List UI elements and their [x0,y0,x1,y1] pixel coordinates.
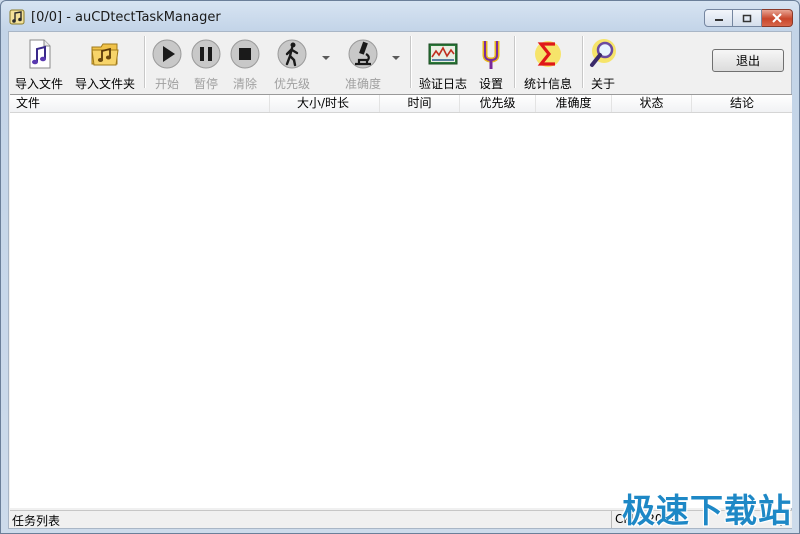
statistics-button[interactable]: 统计信息 [519,36,577,91]
priority-dropdown-arrow[interactable] [322,56,330,60]
accuracy-dropdown-arrow[interactable] [392,56,400,60]
column-header-priority[interactable]: 优先级 [460,95,536,112]
clear-label: 清除 [232,77,257,91]
watermark: 极速下载站 [622,491,792,530]
import-folder-label: 导入文件夹 [74,77,135,91]
exit-button[interactable]: 退出 [712,49,784,72]
about-label: 关于 [590,77,615,91]
settings-button[interactable]: 设置 [475,36,507,91]
status-task-list: 任务列表 [12,514,61,528]
maximize-button[interactable] [733,9,762,27]
priority-button[interactable]: 优先级 [271,36,313,91]
music-note-file-icon [29,39,51,69]
accuracy-button[interactable]: 准确度 [341,36,385,91]
title-bar[interactable]: [0/0] - auCDtectTaskManager [1,1,799,35]
accuracy-label: 准确度 [344,77,381,91]
minimize-icon [714,19,723,21]
pause-icon [191,39,221,69]
clear-button[interactable]: 清除 [227,36,263,91]
settings-label: 设置 [478,77,503,91]
close-button[interactable] [762,9,793,27]
close-icon [772,13,782,23]
start-button[interactable]: 开始 [149,36,185,91]
app-window: [0/0] - auCDtectTaskManager 导入文件 导入文件夹 开… [0,0,800,534]
column-header-file[interactable]: 文件 [10,95,270,112]
window-controls [704,9,793,27]
toolbar: 导入文件 导入文件夹 开始 暂停 清除 优先级 准确度 验证日志 设置 统计信息… [9,32,791,92]
import-file-button[interactable]: 导入文件 [11,36,67,91]
import-file-label: 导入文件 [14,77,63,91]
toolbar-separator [144,36,146,88]
statistics-label: 统计信息 [523,77,572,91]
play-icon [152,39,182,69]
verify-log-label: 验证日志 [418,77,467,91]
log-chart-icon [428,43,458,65]
about-button[interactable]: 关于 [586,36,620,91]
toolbar-separator [582,36,584,88]
priority-label: 优先级 [273,77,310,91]
column-header-size-duration[interactable]: 大小/时长 [270,95,380,112]
client-area: 导入文件 导入文件夹 开始 暂停 清除 优先级 准确度 验证日志 设置 统计信息… [8,31,792,529]
sigma-icon [535,41,561,67]
maximize-icon [742,14,752,22]
minimize-button[interactable] [704,9,733,27]
column-header-conclusion[interactable]: 结论 [692,95,792,112]
window-title: [0/0] - auCDtectTaskManager [31,10,221,25]
microscope-icon [348,39,378,69]
walking-person-icon [277,39,307,69]
toolbar-separator [514,36,516,88]
app-music-icon [9,9,25,25]
list-header: 文件 大小/时长 时间 优先级 准确度 状态 结论 [10,95,792,113]
toolbar-separator [410,36,412,88]
verify-log-button[interactable]: 验证日志 [415,36,471,91]
stop-icon [230,39,260,69]
column-header-status[interactable]: 状态 [612,95,692,112]
tuning-fork-icon [482,41,500,69]
pause-label: 暂停 [193,77,218,91]
music-notes-folder-icon [91,43,119,66]
import-folder-button[interactable]: 导入文件夹 [71,36,139,91]
start-label: 开始 [154,77,179,91]
task-list[interactable]: 文件 大小/时长 时间 优先级 准确度 状态 结论 [10,94,792,508]
column-header-accuracy[interactable]: 准确度 [536,95,612,112]
magnifier-icon [590,39,616,67]
column-header-time[interactable]: 时间 [380,95,460,112]
pause-button[interactable]: 暂停 [188,36,224,91]
